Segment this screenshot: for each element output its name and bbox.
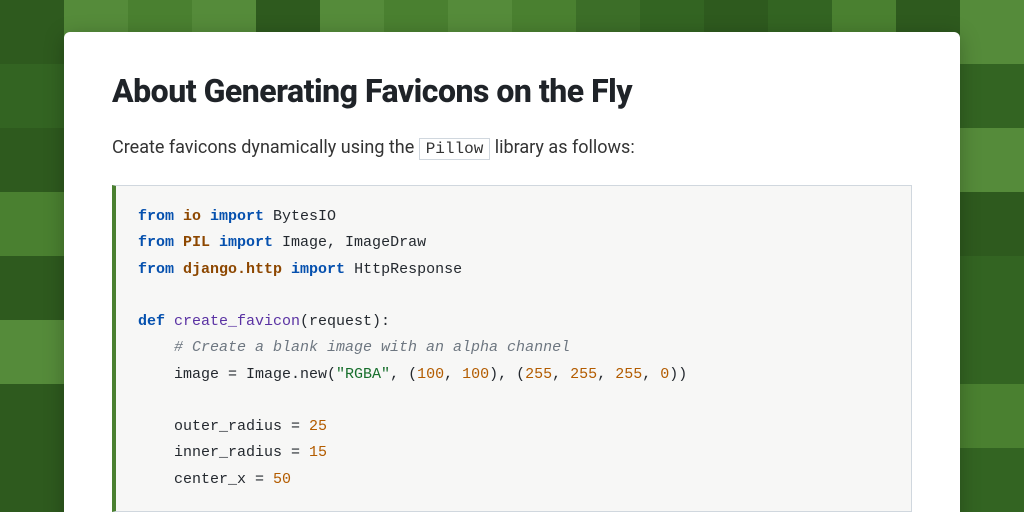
code-text: , [552,366,570,383]
num: 100 [417,366,444,383]
names: HttpResponse [354,261,462,278]
code-text: , [444,366,462,383]
code-text: center_x = [138,471,273,488]
page-title: About Generating Favicons on the Fly [112,72,912,110]
num: 25 [309,418,327,435]
num: 100 [462,366,489,383]
num: 255 [570,366,597,383]
kw-import: import [201,208,273,225]
library-name: Pillow [419,138,491,160]
code-text: , [642,366,660,383]
kw-import: import [282,261,354,278]
func-sig: (request): [300,313,390,330]
code-text: outer_radius = [138,418,309,435]
article-card: About Generating Favicons on the Fly Cre… [64,32,960,512]
code-text: inner_radius = [138,444,309,461]
names: BytesIO [273,208,336,225]
module-pil: PIL [183,234,210,251]
code-text: image = Image.new( [138,366,336,383]
code-text: , ( [390,366,417,383]
names: Image, ImageDraw [282,234,426,251]
num: 255 [525,366,552,383]
num: 50 [273,471,291,488]
intro-text-before: Create favicons dynamically using the [112,137,419,158]
kw-from: from [138,234,183,251]
code-text: )) [669,366,687,383]
comment: # Create a blank image with an alpha cha… [138,339,570,356]
module-django: django.http [183,261,282,278]
num: 15 [309,444,327,461]
kw-import: import [210,234,282,251]
module-io: io [183,208,201,225]
string: "RGBA" [336,366,390,383]
code-text: , [597,366,615,383]
kw-def: def [138,313,174,330]
num: 0 [660,366,669,383]
code-block: from io import BytesIO from PIL import I… [112,185,912,512]
intro-text-after: library as follows: [490,137,634,158]
kw-from: from [138,208,183,225]
kw-from: from [138,261,183,278]
num: 255 [615,366,642,383]
code-text: ), ( [489,366,525,383]
intro-paragraph: Create favicons dynamically using the Pi… [112,134,912,161]
func-name: create_favicon [174,313,300,330]
